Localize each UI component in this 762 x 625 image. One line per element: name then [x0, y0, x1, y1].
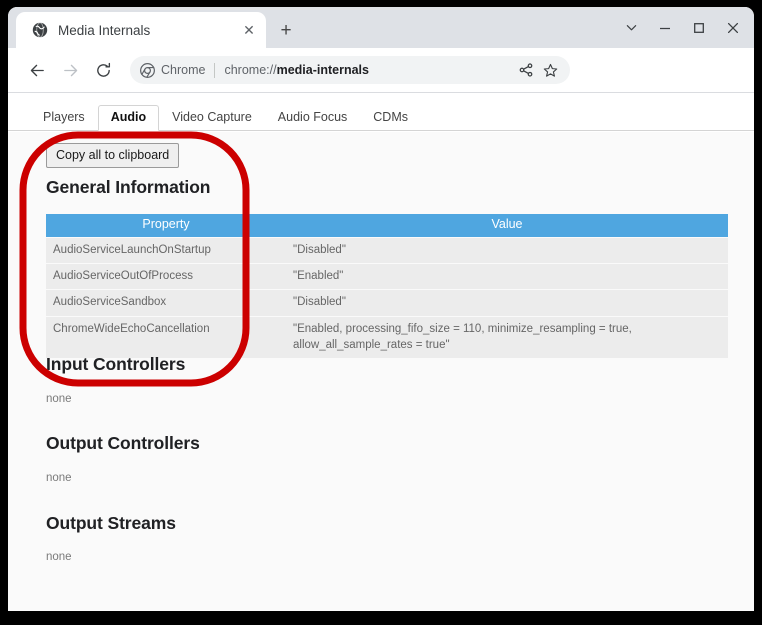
- url-scheme: chrome://: [224, 63, 276, 77]
- output-streams-heading: Output Streams: [46, 513, 176, 534]
- column-header-value: Value: [286, 214, 728, 237]
- new-tab-button[interactable]: +: [274, 18, 298, 42]
- reload-button-icon[interactable]: [88, 55, 118, 85]
- general-information-heading: General Information: [46, 177, 210, 198]
- output-streams-empty-text: none: [46, 551, 72, 563]
- output-controllers-heading: Output Controllers: [46, 433, 200, 454]
- output-controllers-empty-text: none: [46, 472, 72, 484]
- chrome-logo-icon: [140, 63, 155, 78]
- cell-property: AudioServiceSandbox: [46, 290, 286, 315]
- tab-cdms[interactable]: CDMs: [360, 105, 421, 131]
- cell-value: "Disabled": [286, 238, 728, 263]
- cell-value: "Enabled": [286, 264, 728, 289]
- browser-window: Media Internals ✕ +: [8, 7, 754, 611]
- maximize-button[interactable]: [682, 7, 716, 48]
- cell-value: "Enabled, processing_fifo_size = 110, mi…: [286, 317, 728, 359]
- back-button-icon[interactable]: [22, 55, 52, 85]
- cell-value: "Disabled": [286, 290, 728, 315]
- url-text: chrome://media-internals: [224, 63, 512, 77]
- media-internals-tab-bar: Players Audio Video Capture Audio Focus …: [8, 105, 754, 131]
- copy-all-to-clipboard-button[interactable]: Copy all to clipboard: [46, 143, 179, 168]
- page-viewport: Players Audio Video Capture Audio Focus …: [8, 93, 754, 611]
- minimize-button[interactable]: [648, 7, 682, 48]
- forward-button-icon[interactable]: [55, 55, 85, 85]
- chrome-chip-label: Chrome: [161, 63, 205, 77]
- close-tab-icon[interactable]: ✕: [240, 21, 258, 39]
- table-row: AudioServiceLaunchOnStartup "Disabled": [46, 238, 728, 263]
- omnibox-separator: [214, 63, 215, 78]
- table-row: ChromeWideEchoCancellation "Enabled, pro…: [46, 317, 728, 359]
- share-icon[interactable]: [516, 60, 536, 80]
- table-row: AudioServiceSandbox "Disabled": [46, 290, 728, 315]
- tab-video-capture[interactable]: Video Capture: [159, 105, 265, 131]
- audio-tab-panel: Copy all to clipboard General Informatio…: [8, 132, 754, 611]
- general-information-table: Property Value AudioServiceLaunchOnStart…: [46, 213, 728, 359]
- window-controls: [614, 7, 750, 48]
- close-window-button[interactable]: [716, 7, 750, 48]
- screenshot-frame: Media Internals ✕ +: [0, 0, 762, 625]
- tab-players[interactable]: Players: [30, 105, 98, 131]
- browser-toolbar: Chrome chrome://media-internals: [8, 48, 754, 93]
- cell-property: AudioServiceOutOfProcess: [46, 264, 286, 289]
- browser-tab-media-internals[interactable]: Media Internals ✕: [16, 12, 266, 48]
- tab-audio-focus[interactable]: Audio Focus: [265, 105, 360, 131]
- media-internals-page: Players Audio Video Capture Audio Focus …: [8, 93, 754, 611]
- table-row: AudioServiceOutOfProcess "Enabled": [46, 264, 728, 289]
- input-controllers-heading: Input Controllers: [46, 354, 185, 375]
- url-host: media-internals: [277, 63, 369, 77]
- cell-property: AudioServiceLaunchOnStartup: [46, 238, 286, 263]
- address-bar[interactable]: Chrome chrome://media-internals: [130, 56, 570, 84]
- browser-tab-strip: Media Internals ✕ +: [8, 7, 754, 48]
- tab-search-button[interactable]: [614, 7, 648, 48]
- bookmark-star-icon[interactable]: [540, 60, 560, 80]
- chrome-origin-chip: Chrome: [140, 63, 205, 78]
- input-controllers-empty-text: none: [46, 393, 72, 405]
- browser-tab-title: Media Internals: [58, 23, 240, 38]
- cell-property: ChromeWideEchoCancellation: [46, 317, 286, 359]
- column-header-property: Property: [46, 214, 286, 237]
- tab-audio[interactable]: Audio: [98, 105, 159, 131]
- table-header-row: Property Value: [46, 214, 728, 237]
- media-globe-icon: [32, 22, 48, 38]
